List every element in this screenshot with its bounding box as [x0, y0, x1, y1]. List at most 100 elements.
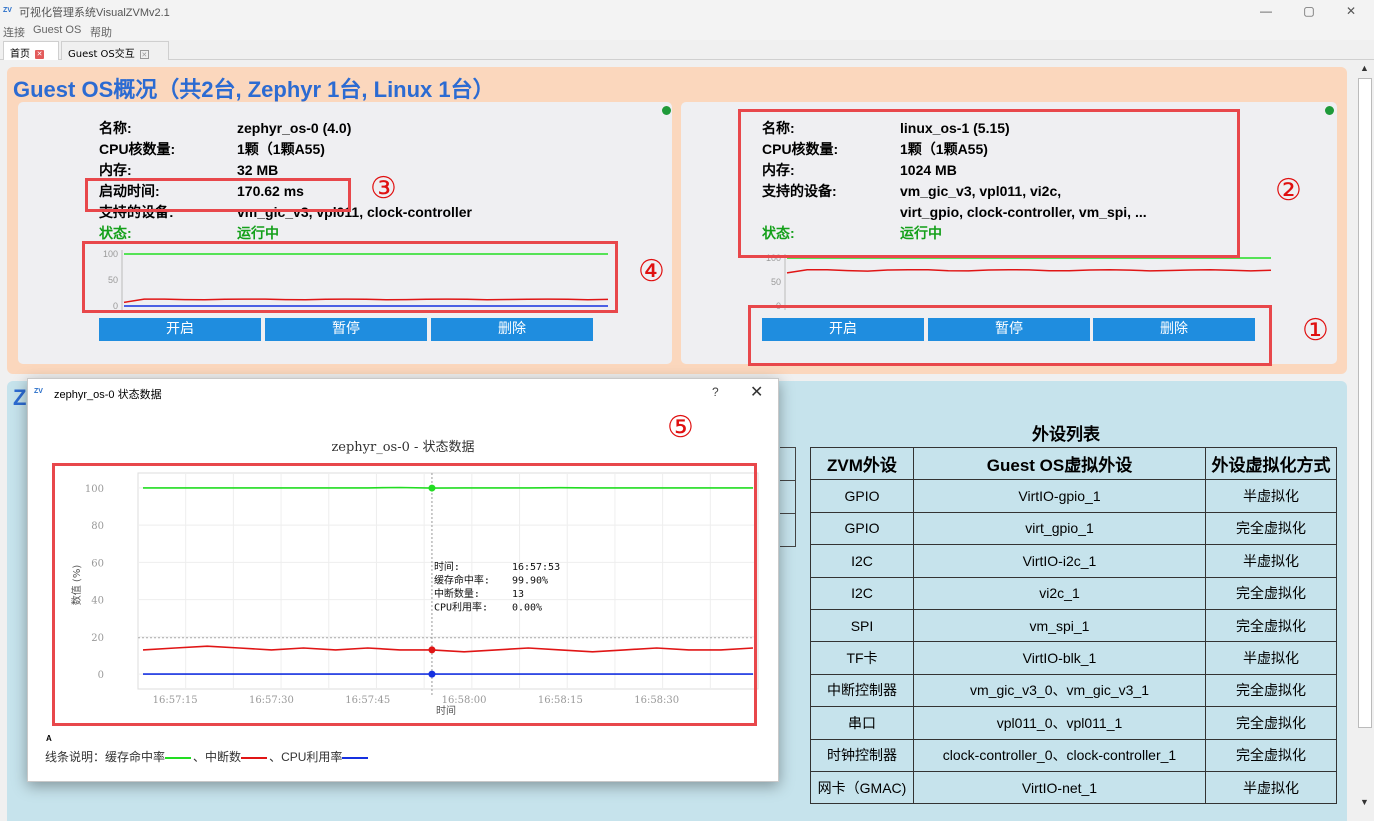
table-row: SPI vm_spi_1 完全虚拟化: [810, 608, 1337, 643]
table-cell: clock-controller_0、clock-controller_1: [913, 738, 1206, 772]
dialog-close-button[interactable]: ✕: [750, 382, 763, 402]
peripheral-table-title: 外设列表: [1032, 425, 1100, 444]
annotation-marker-4: ④: [638, 254, 665, 289]
overview-title: Guest OS概况（共2台, Zephyr 1台, Linux 1台）: [13, 77, 495, 102]
legend-item-cpu: CPU利用率: [281, 750, 343, 764]
legend-separator: 、: [193, 750, 206, 764]
scroll-up-icon[interactable]: ▲: [1360, 63, 1369, 73]
guest-card-zephyr: 名称: zephyr_os-0 (4.0) CPU核数量: 1颗（1颗A55) 内存…: [18, 102, 672, 364]
help-button[interactable]: ?: [712, 385, 719, 399]
info-value: zephyr_os-0 (4.0): [237, 120, 352, 136]
table-row: TF卡 VirtIO-blk_1 半虚拟化: [810, 641, 1337, 675]
left-table-edge: [780, 447, 796, 547]
legend-swatch: [241, 756, 268, 759]
tick-label: 50: [771, 277, 781, 287]
table-cell: vpl011_0、vpl011_1: [913, 706, 1206, 740]
table-header-row: ZVM外设 Guest OS虚拟外设 外设虚拟化方式: [810, 446, 1337, 481]
chart-title: zephyr_os-0 - 状态数据: [331, 440, 475, 455]
action-buttons: 开启 暂停 删除: [99, 318, 593, 341]
annotation-marker-3: ③: [370, 171, 397, 206]
scrollbar-thumb[interactable]: [1358, 78, 1372, 728]
legend-swatch: [342, 756, 369, 759]
details-title: Z: [13, 385, 27, 410]
legend-item-interrupts: 中断数: [205, 750, 242, 764]
legend-item-cache: 缓存命中率: [105, 750, 166, 764]
table-cell: 完全虚拟化: [1205, 511, 1337, 546]
tab-bar: 首页 ✕ Guest OS交互 ✕: [0, 40, 1374, 60]
table-cell: 半虚拟化: [1205, 544, 1337, 578]
info-key: CPU核数量:: [99, 141, 176, 157]
start-button[interactable]: 开启: [99, 318, 261, 341]
annotation-marker-1: ①: [1302, 313, 1329, 348]
series-line: [786, 268, 1272, 274]
delete-button[interactable]: 删除: [431, 318, 593, 341]
table-cell: 网卡（GMAC): [810, 770, 914, 805]
annotation-box-5: [52, 463, 757, 726]
tab-home[interactable]: 首页 ✕: [3, 41, 59, 60]
table-cell: vi2c_1: [913, 576, 1206, 610]
annotation-box-2: [738, 109, 1240, 258]
table-cell: VirtIO-net_1: [913, 770, 1206, 805]
menu-connect[interactable]: 连接: [3, 24, 25, 40]
column-header: ZVM外设: [810, 446, 914, 481]
tab-guest-os-interaction[interactable]: Guest OS交互 ✕: [61, 41, 169, 60]
annotation-box-1: [748, 305, 1272, 366]
window-title: 可视化管理系统VisualZVMv2.1: [19, 7, 170, 19]
menu-help[interactable]: 帮助: [90, 24, 112, 40]
table-row: GPIO virt_gpio_1 完全虚拟化: [810, 511, 1337, 546]
close-window-button[interactable]: ✕: [1328, 0, 1374, 22]
table-cell: VirtIO-gpio_1: [913, 479, 1206, 513]
column-header: 外设虚拟化方式: [1205, 446, 1337, 481]
table-cell: 半虚拟化: [1205, 479, 1337, 513]
legend-separator: 、: [269, 750, 282, 764]
table-cell: 完全虚拟化: [1205, 738, 1337, 772]
table-cell: GPIO: [810, 479, 914, 513]
table-cell: 半虚拟化: [1205, 770, 1337, 805]
left-table-edge: [780, 480, 796, 481]
table-cell: 完全虚拟化: [1205, 673, 1337, 708]
table-cell: 半虚拟化: [1205, 641, 1337, 675]
table-cell: vm_gic_v3_0、vm_gic_v3_1: [913, 673, 1206, 708]
app-window: ZV 可视化管理系统VisualZVMv2.1 — ▢ ✕ 连接 Guest O…: [0, 0, 1374, 821]
table-cell: TF卡: [810, 641, 914, 675]
tab-home-label: 首页: [10, 49, 30, 60]
table-cell: 完全虚拟化: [1205, 576, 1337, 610]
annotation-box-4: [82, 241, 618, 313]
peripheral-table: ZVM外设 Guest OS虚拟外设 外设虚拟化方式 GPIO VirtIO-gp…: [810, 446, 1337, 805]
menu-guest-os[interactable]: Guest OS: [33, 24, 81, 36]
scroll-down-icon[interactable]: ▼: [1360, 797, 1369, 807]
table-cell: SPI: [810, 608, 914, 643]
maximize-button[interactable]: ▢: [1286, 0, 1332, 22]
table-cell: 串口: [810, 706, 914, 740]
app-logo-icon: ZV: [3, 7, 12, 14]
table-cell: VirtIO-blk_1: [913, 641, 1206, 675]
close-tab-icon[interactable]: ✕: [35, 49, 44, 59]
table-row: I2C VirtIO-i2c_1 半虚拟化: [810, 544, 1337, 578]
app-logo-icon: ZV: [34, 388, 43, 395]
menu-bar: 连接 Guest OS 帮助: [0, 22, 1374, 40]
status-indicator-dot: [662, 106, 671, 115]
minimize-button[interactable]: —: [1243, 0, 1289, 22]
status-indicator-dot: [1325, 106, 1334, 115]
table-cell: GPIO: [810, 511, 914, 546]
table-cell: virt_gpio_1: [913, 511, 1206, 546]
table-row: I2C vi2c_1 完全虚拟化: [810, 576, 1337, 610]
legend-mark: A: [46, 734, 52, 743]
table-row: 时钟控制器 clock-controller_0、clock-controller…: [810, 738, 1337, 772]
close-tab-icon[interactable]: ✕: [139, 49, 149, 59]
legend-prefix: 线条说明：: [45, 750, 106, 764]
info-value: 1颗（1颗A55): [237, 141, 325, 157]
table-cell: VirtIO-i2c_1: [913, 544, 1206, 578]
column-header: Guest OS虚拟外设: [913, 446, 1206, 481]
table-cell: I2C: [810, 544, 914, 578]
table-cell: 完全虚拟化: [1205, 608, 1337, 643]
table-row: 中断控制器 vm_gic_v3_0、vm_gic_v3_1 完全虚拟化: [810, 673, 1337, 708]
vertical-scrollbar[interactable]: ▲ ▼: [1356, 60, 1374, 821]
annotation-marker-2: ②: [1275, 173, 1302, 208]
pause-button[interactable]: 暂停: [265, 318, 427, 341]
annotation-box-3: [85, 178, 351, 212]
left-table-edge: [780, 513, 796, 514]
table-cell: I2C: [810, 576, 914, 610]
table-cell: 中断控制器: [810, 673, 914, 708]
table-row: GPIO VirtIO-gpio_1 半虚拟化: [810, 479, 1337, 513]
